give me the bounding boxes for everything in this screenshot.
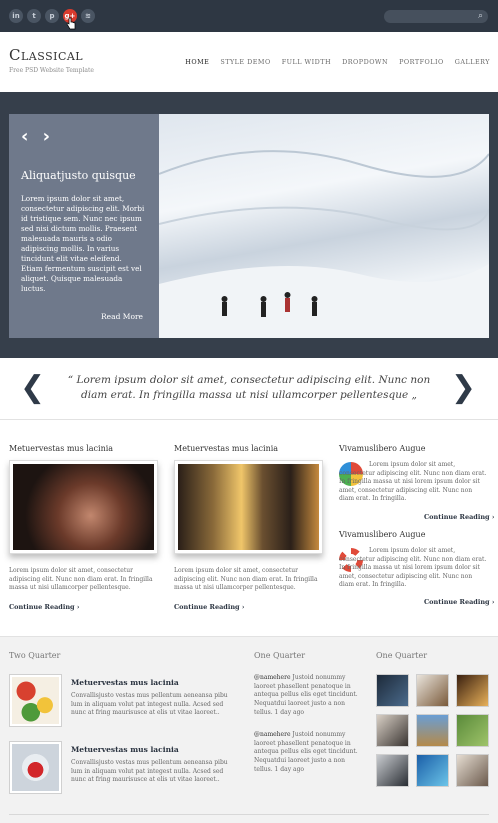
gallery-thumb[interactable] — [456, 714, 489, 747]
gallery-thumb[interactable] — [416, 674, 449, 707]
post-title[interactable]: Metuervestas mus lacinia — [71, 745, 179, 754]
feature-text: Lorem ipsum dolor sit amet, consectetur … — [339, 461, 487, 502]
feature-title: Vivamuslibero Augue — [339, 530, 426, 539]
gallery-thumb[interactable] — [456, 674, 489, 707]
tweet-handle[interactable]: @namehere — [254, 731, 291, 738]
tweet: @namehere Justoid nonummy laoreet phasel… — [254, 731, 358, 773]
site-logo[interactable]: Classical — [9, 46, 83, 64]
slide-image — [159, 114, 489, 338]
feature-image[interactable] — [174, 460, 323, 554]
post-thumbnail[interactable] — [9, 741, 62, 794]
post-excerpt: Convallisjusto vestas mus pellentum aene… — [71, 759, 228, 784]
continue-reading-link[interactable]: Continue Reading › — [9, 603, 79, 611]
feature-title: Metuervestas mus lacinia — [9, 444, 114, 453]
read-more-link[interactable]: Read More — [101, 312, 143, 321]
pinterest-icon[interactable]: p — [45, 9, 59, 23]
nav-item-gallery[interactable]: GALLERY — [455, 58, 490, 66]
footer-divider — [9, 814, 489, 815]
social-links: in t p g+ ≋ — [9, 9, 95, 23]
nav-item-portfolio[interactable]: PORTFOLIO — [399, 58, 444, 66]
gallery-thumb[interactable] — [456, 754, 489, 787]
nav-item-style-demo[interactable]: STYLE DEMO — [220, 58, 270, 66]
slide-text: Lorem ipsum dolor sit amet, consectetur … — [21, 194, 145, 293]
quote-text: “ Lorem ipsum dolor sit amet, consectetu… — [67, 374, 431, 401]
section-title: One Quarter — [376, 651, 428, 660]
continue-reading-link[interactable]: Continue Reading › — [424, 598, 494, 606]
hand-cursor-icon — [66, 17, 76, 30]
section-title: One Quarter — [254, 651, 306, 660]
chevron-right-icon[interactable]: ❯ — [451, 370, 476, 405]
quote-band: ❮ “ Lorem ipsum dolor sit amet, consecte… — [0, 358, 498, 420]
chevron-left-icon[interactable]: ❮ — [20, 370, 45, 405]
slider: ‹ › Aliquatjusto quisque Lorem ipsum dol… — [9, 114, 489, 338]
search-input[interactable]: ⌕ — [384, 10, 488, 23]
post-excerpt: Convallisjusto vestas mus pellentum aene… — [71, 692, 228, 717]
gallery-thumb[interactable] — [416, 754, 449, 787]
photo-gallery — [376, 674, 489, 787]
slide-title: Aliquatjusto quisque — [21, 169, 136, 182]
search-icon[interactable]: ⌕ — [478, 11, 483, 21]
gallery-thumb[interactable] — [416, 714, 449, 747]
main-nav: HOME STYLE DEMO FULL WIDTH DROPDOWN PORT… — [185, 58, 490, 66]
gallery-thumb[interactable] — [376, 714, 409, 747]
slide-caption-panel: ‹ › Aliquatjusto quisque Lorem ipsum dol… — [9, 114, 159, 338]
rss-icon[interactable]: ≋ — [81, 9, 95, 23]
feature-image[interactable] — [9, 460, 158, 554]
post-title[interactable]: Metuervestas mus lacinia — [71, 678, 179, 687]
feature-text: Lorem ipsum dolor sit amet, consectetur … — [9, 567, 153, 591]
site-tagline: Free PSD Website Template — [9, 67, 94, 74]
continue-reading-link[interactable]: Continue Reading › — [174, 603, 244, 611]
linkedin-icon[interactable]: in — [9, 9, 23, 23]
tweet: @namehere Justoid nonummy laoreet phasel… — [254, 674, 358, 716]
gallery-thumb[interactable] — [376, 754, 409, 787]
feature-title: Vivamuslibero Augue — [339, 444, 426, 453]
continue-reading-link[interactable]: Continue Reading › — [424, 513, 494, 521]
feature-title: Metuervestas mus lacinia — [174, 444, 279, 453]
twitter-icon[interactable]: t — [27, 9, 41, 23]
post-thumbnail[interactable] — [9, 674, 62, 727]
site-header: Classical Free PSD Website Template HOME… — [0, 32, 498, 92]
nav-item-dropdown[interactable]: DROPDOWN — [342, 58, 388, 66]
nav-item-home[interactable]: HOME — [185, 58, 209, 66]
section-title: Two Quarter — [9, 651, 61, 660]
gallery-thumb[interactable] — [376, 674, 409, 707]
slide-nav-arrows[interactable]: ‹ › — [21, 126, 54, 147]
feature-text: Lorem ipsum dolor sit amet, consectetur … — [339, 547, 487, 588]
nav-item-full-width[interactable]: FULL WIDTH — [282, 58, 331, 66]
tweet-handle[interactable]: @namehere — [254, 674, 291, 681]
feature-text: Lorem ipsum dolor sit amet, consectetur … — [174, 567, 318, 591]
top-bar: in t p g+ ≋ ⌕ — [0, 0, 498, 32]
